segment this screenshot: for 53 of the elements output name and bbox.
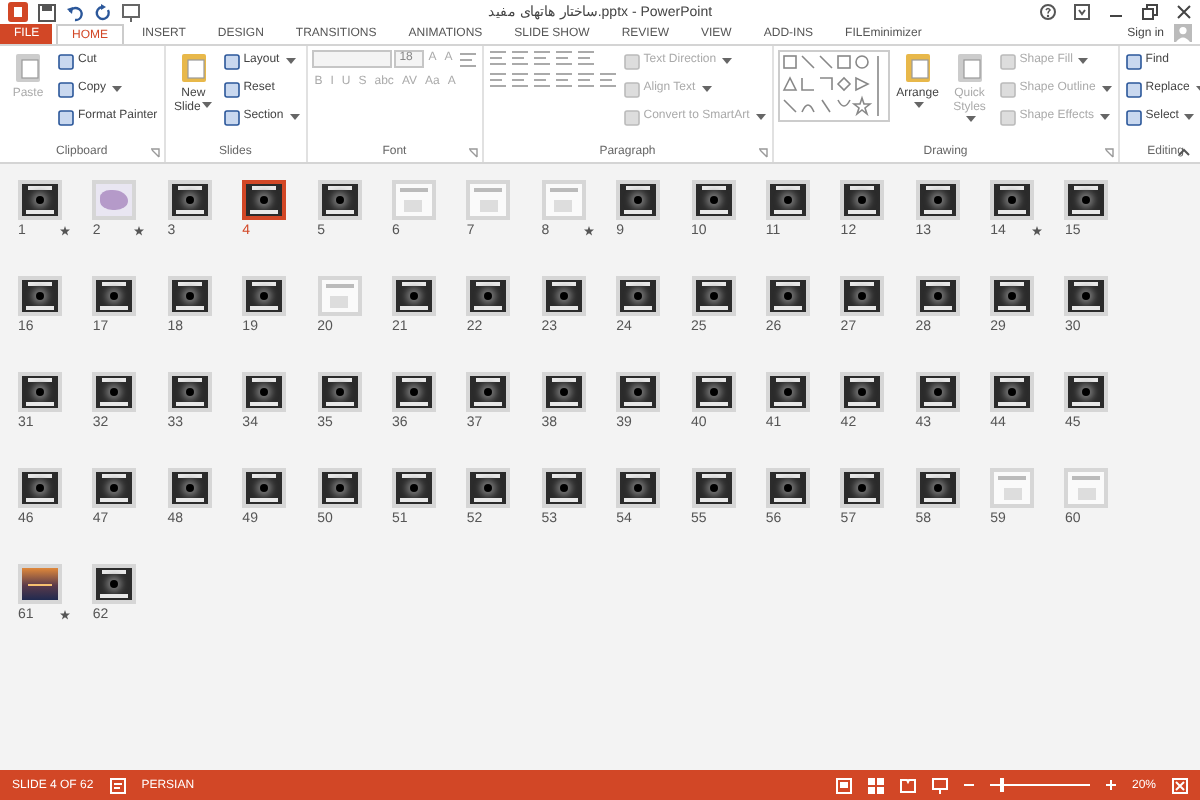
caret-icon [913,102,924,110]
square-icon [58,109,74,125]
square-icon [999,81,1016,97]
dialog-launcher-icon[interactable] [149,147,160,157]
clipboard-icon [953,52,986,84]
square-icon [999,53,1016,69]
fit-to-window-icon[interactable] [1172,777,1188,793]
square-icon [623,81,640,97]
caret-icon [1101,85,1112,93]
caret-icon [112,85,123,93]
restore-icon[interactable] [1142,4,1158,20]
close-icon[interactable] [1176,4,1192,20]
slideshow-icon[interactable] [931,777,948,793]
square-icon [223,81,240,97]
square-icon [223,53,240,69]
redo-icon[interactable] [94,3,112,21]
save-icon[interactable] [38,3,56,21]
zoom-in-icon[interactable] [1105,780,1116,790]
square-icon [999,109,1016,125]
square-icon [58,53,74,69]
caret-icon [701,85,712,93]
caret-icon [202,102,213,110]
ribbon-options-icon[interactable] [1074,4,1090,20]
slide-sorter-icon[interactable] [867,777,884,793]
square-icon [223,109,240,125]
caret-icon [1100,113,1110,121]
square-icon [1125,109,1142,125]
notes-icon[interactable] [109,777,126,793]
caret-icon [1078,57,1089,65]
undo-icon[interactable] [66,3,84,21]
dialog-launcher-icon[interactable] [1103,147,1114,157]
caret-icon [289,113,300,121]
reading-view-icon[interactable] [899,777,916,793]
clipboard-icon [12,52,44,84]
caret-icon [1184,113,1195,121]
square-icon [1125,53,1142,69]
caret-icon [755,113,766,121]
caret-icon [722,57,733,65]
dialog-launcher-icon[interactable] [757,147,768,157]
square-icon [623,109,640,125]
square-icon [1125,81,1142,97]
help-icon[interactable] [1040,4,1056,20]
zoom-out-icon[interactable] [963,780,974,790]
normal-view-icon[interactable] [835,777,852,793]
square-icon [58,81,74,97]
square-icon [623,53,640,69]
caret-icon [285,57,296,65]
dialog-launcher-icon[interactable] [467,147,478,157]
caret-icon [965,116,976,124]
clipboard-icon [901,52,934,84]
clipboard-icon [177,52,210,84]
slide-thumbnail[interactable] [242,180,287,220]
slideshow-icon[interactable] [122,3,140,21]
